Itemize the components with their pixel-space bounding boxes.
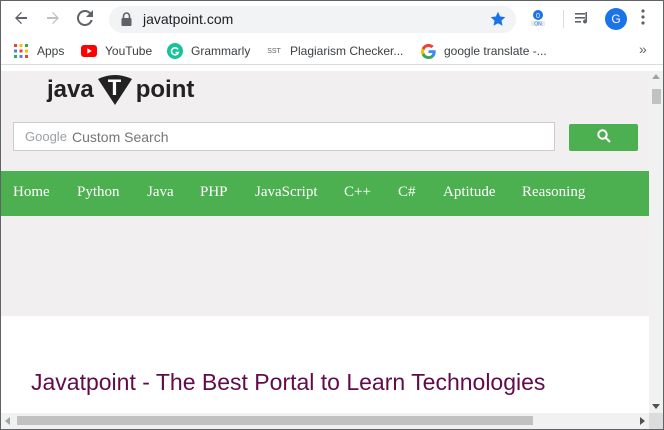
page-title: Javatpoint - The Best Portal to Learn Te… — [31, 369, 546, 395]
forward-arrow-icon — [45, 10, 61, 29]
logo-t-badge: T — [97, 75, 132, 105]
scrollbar-corner — [649, 413, 663, 429]
lock-icon — [121, 12, 132, 29]
ad-placeholder — [1, 216, 649, 316]
bookmark-label: Plagiarism Checker... — [290, 44, 404, 58]
logo-point-text: point — [135, 76, 195, 103]
site-header: java T point — [1, 71, 649, 109]
menu-item-python[interactable]: Python — [77, 184, 120, 201]
search-button[interactable] — [569, 124, 638, 151]
menu-item-php[interactable]: PHP — [200, 184, 228, 201]
logo-t-letter: T — [107, 75, 122, 100]
menu-item-reasoning[interactable]: Reasoning — [522, 184, 585, 201]
reload-icon — [76, 9, 93, 29]
bookmark-label: google translate -... — [444, 44, 547, 58]
url-text: javatpoint.com — [143, 11, 234, 27]
extension-icon[interactable]: 0 ON — [528, 8, 548, 31]
vertical-scroll-thumb[interactable] — [652, 89, 661, 104]
menu-item-javascript[interactable]: JavaScript — [255, 184, 317, 201]
google-brand-label: Google — [25, 129, 67, 144]
web-page: java T point Google Home Python Java PHP… — [1, 71, 649, 413]
address-bar[interactable]: javatpoint.com — [109, 6, 516, 33]
site-logo[interactable]: java T point — [47, 73, 194, 107]
menu-item-cpp[interactable]: C++ — [344, 184, 371, 201]
search-icon — [596, 129, 611, 146]
bookmark-youtube[interactable]: YouTube — [81, 42, 152, 60]
toolbar-divider — [563, 10, 564, 28]
youtube-icon — [81, 43, 97, 59]
vertical-scrollbar[interactable] — [649, 71, 663, 413]
reload-button[interactable] — [73, 7, 97, 31]
bookmarks-bar: Apps YouTube Grammarly SST Plagiarism Ch… — [1, 37, 663, 65]
scroll-right-icon[interactable] — [640, 417, 645, 425]
menu-item-home[interactable]: Home — [13, 184, 50, 201]
grammarly-icon — [167, 43, 183, 59]
bookmark-apps[interactable]: Apps — [13, 42, 64, 60]
star-icon[interactable] — [490, 11, 506, 30]
more-vert-icon[interactable] — [641, 9, 645, 28]
menu-item-aptitude[interactable]: Aptitude — [443, 184, 496, 201]
bookmark-plagiarism-checker[interactable]: SST Plagiarism Checker... — [266, 42, 403, 60]
horizontal-scrollbar[interactable] — [1, 413, 649, 429]
scroll-down-icon[interactable] — [652, 404, 660, 409]
search-input[interactable] — [72, 127, 542, 147]
browser-toolbar: javatpoint.com 0 ON G — [1, 1, 663, 37]
forward-button[interactable] — [41, 7, 65, 31]
scroll-left-icon[interactable] — [5, 417, 10, 425]
bookmarks-overflow-button[interactable]: » — [639, 41, 647, 57]
bookmark-label: Apps — [37, 44, 65, 58]
google-icon — [420, 43, 436, 59]
avatar[interactable]: G — [605, 8, 627, 30]
bookmark-grammarly[interactable]: Grammarly — [167, 42, 250, 60]
scroll-up-icon[interactable] — [652, 74, 660, 79]
bookmark-label: Grammarly — [191, 44, 251, 58]
site-nav-menu: Home Python Java PHP JavaScript C++ C# A… — [1, 171, 649, 216]
back-button[interactable] — [9, 7, 33, 31]
search-box[interactable]: Google — [13, 122, 555, 151]
bookmark-google-translate[interactable]: google translate -... — [420, 42, 547, 60]
horizontal-scroll-thumb[interactable] — [17, 416, 533, 425]
logo-java-text: java — [47, 76, 94, 103]
bookmark-label: YouTube — [105, 44, 153, 58]
media-control-icon[interactable] — [573, 8, 593, 31]
menu-item-java[interactable]: Java — [147, 184, 174, 201]
sst-icon: SST — [267, 47, 281, 55]
svg-text:ON: ON — [534, 22, 542, 28]
svg-text:0: 0 — [536, 13, 540, 20]
apps-grid-icon — [13, 43, 29, 59]
back-arrow-icon — [13, 10, 29, 29]
menu-item-csharp[interactable]: C# — [398, 184, 416, 201]
